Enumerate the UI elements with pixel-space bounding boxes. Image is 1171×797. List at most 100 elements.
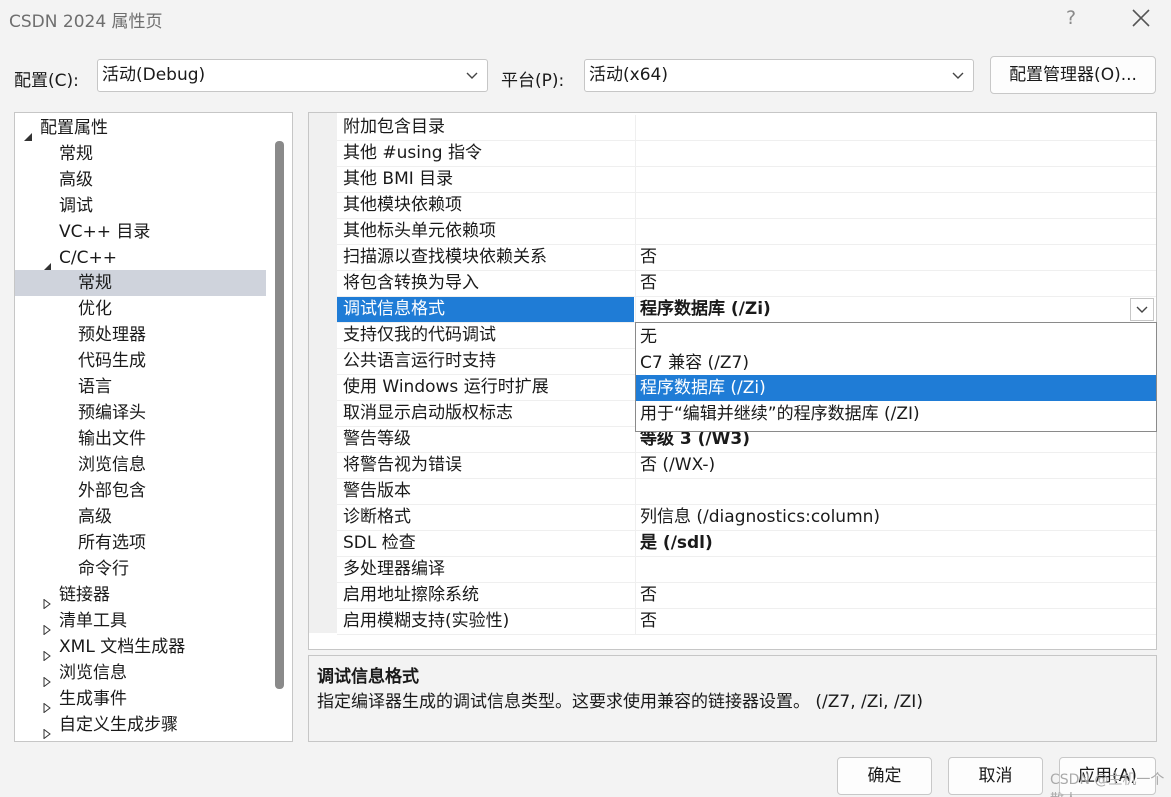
tree-item-precompiled-headers[interactable]: 预编译头	[15, 400, 266, 426]
grid-gutter	[309, 113, 337, 633]
column-divider	[635, 609, 636, 634]
collapsed-triangle-icon	[42, 591, 52, 610]
help-button[interactable]: ?	[1060, 4, 1082, 32]
config-select[interactable]: 活动(Debug)	[97, 59, 488, 92]
property-row-selected[interactable]: 调试信息格式 程序数据库 (/Zi)	[337, 297, 1156, 323]
tree-item-label: 高级	[78, 507, 112, 527]
tree-item-advanced[interactable]: 高级	[15, 167, 266, 193]
property-name: 扫描源以查找模块依赖关系	[343, 247, 547, 267]
chevron-down-icon	[1136, 306, 1148, 313]
tree-item-optimization[interactable]: 优化	[15, 296, 266, 322]
tree-scrollbar-thumb[interactable]	[275, 141, 284, 689]
tree-item-all-options[interactable]: 所有选项	[15, 530, 266, 556]
column-divider	[635, 193, 636, 218]
tree-item-label: 浏览信息	[59, 663, 127, 683]
tree-item-label: 自定义生成步骤	[59, 715, 178, 735]
platform-label: 平台(P):	[501, 71, 565, 91]
property-row[interactable]: 启用地址擦除系统 否	[337, 583, 1156, 609]
property-row[interactable]: SDL 检查 是 (/sdl)	[337, 531, 1156, 557]
dropdown-option[interactable]: C7 兼容 (/Z7)	[636, 350, 1156, 376]
property-row[interactable]: 其他标头单元依赖项	[337, 219, 1156, 245]
ok-button[interactable]: 确定	[837, 757, 932, 795]
tree-item-c-cpp[interactable]: C/C++	[15, 245, 266, 271]
property-row[interactable]: 其他 #using 指令	[337, 141, 1156, 167]
property-row[interactable]: 警告版本	[337, 479, 1156, 505]
debug-format-dropdown-list: 无 C7 兼容 (/Z7) 程序数据库 (/Zi) 用于“编辑并继续”的程序数据…	[635, 322, 1157, 432]
tree-item-config-properties[interactable]: 配置属性	[15, 115, 266, 141]
tree-item-output-files[interactable]: 输出文件	[15, 426, 266, 452]
value-dropdown-button[interactable]	[1130, 298, 1154, 321]
tree-item-label: 预处理器	[78, 325, 146, 345]
property-row[interactable]: 将警告视为错误 否 (/WX-)	[337, 453, 1156, 479]
collapsed-triangle-icon	[42, 721, 52, 740]
column-divider	[635, 453, 636, 478]
property-name: 使用 Windows 运行时扩展	[343, 377, 549, 397]
property-name: 调试信息格式	[343, 299, 445, 319]
property-name: 诊断格式	[343, 507, 411, 527]
tree-item-label: 高级	[59, 170, 93, 190]
tree-item-label: 配置属性	[40, 118, 108, 138]
tree-item-vc-directories[interactable]: VC++ 目录	[15, 219, 266, 245]
tree-item-browse-info-2[interactable]: 浏览信息	[15, 660, 266, 688]
tree-item-general[interactable]: 常规	[15, 141, 266, 167]
property-value: 否	[640, 247, 657, 267]
config-manager-button[interactable]: 配置管理器(O)...	[990, 56, 1156, 94]
property-name: 多处理器编译	[343, 559, 445, 579]
tree-item-debugging[interactable]: 调试	[15, 193, 266, 219]
property-name: 其他 #using 指令	[343, 143, 482, 163]
column-divider	[635, 297, 636, 322]
property-value: 否	[640, 611, 657, 631]
property-row[interactable]: 其他 BMI 目录	[337, 167, 1156, 193]
property-name: 警告版本	[343, 481, 411, 501]
cancel-button[interactable]: 取消	[948, 757, 1043, 795]
tree-item-command-line[interactable]: 命令行	[15, 556, 266, 582]
tree-item-build-events[interactable]: 生成事件	[15, 686, 266, 714]
tree-item-label: 命令行	[78, 559, 129, 579]
tree-item-xml-doc-generator[interactable]: XML 文档生成器	[15, 634, 266, 662]
platform-select[interactable]: 活动(x64)	[584, 59, 974, 92]
tree-item-label: 优化	[78, 299, 112, 319]
property-row[interactable]: 其他模块依赖项	[337, 193, 1156, 219]
tree-item-custom-build-step[interactable]: 自定义生成步骤	[15, 712, 266, 740]
property-name: 将警告视为错误	[343, 455, 462, 475]
chevron-down-icon	[465, 60, 479, 91]
property-value: 否	[640, 273, 657, 293]
description-panel: 调试信息格式 指定编译器生成的调试信息类型。这要求使用兼容的链接器设置。 (/Z…	[308, 655, 1157, 742]
tree-item-label: 语言	[78, 377, 112, 397]
tree-item-code-generation[interactable]: 代码生成	[15, 348, 266, 374]
tree-item-external-includes[interactable]: 外部包含	[15, 478, 266, 504]
tree-item-label: 常规	[59, 144, 93, 164]
property-name: 其他标头单元依赖项	[343, 221, 496, 241]
dropdown-option-selected[interactable]: 程序数据库 (/Zi)	[636, 375, 1156, 401]
tree-item-language[interactable]: 语言	[15, 374, 266, 400]
expanded-triangle-icon	[42, 254, 52, 271]
config-label: 配置(C):	[14, 71, 79, 91]
property-row[interactable]: 扫描源以查找模块依赖关系 否	[337, 245, 1156, 271]
property-row[interactable]: 附加包含目录	[337, 115, 1156, 141]
property-name: 支持仅我的代码调试	[343, 325, 496, 345]
collapsed-triangle-icon	[42, 617, 52, 636]
tree-item-c-cpp-general[interactable]: 常规	[15, 270, 266, 296]
tree-item-linker[interactable]: 链接器	[15, 582, 266, 610]
tree-item-manifest-tool[interactable]: 清单工具	[15, 608, 266, 636]
column-divider	[635, 219, 636, 244]
tree-item-label: 预编译头	[78, 403, 146, 423]
column-divider	[635, 505, 636, 530]
dropdown-option[interactable]: 用于“编辑并继续”的程序数据库 (/ZI)	[636, 401, 1156, 427]
tree-item-label: VC++ 目录	[59, 222, 151, 242]
tree-item-browse-info[interactable]: 浏览信息	[15, 452, 266, 478]
property-row[interactable]: 启用模糊支持(实验性) 否	[337, 609, 1156, 635]
property-row[interactable]: 多处理器编译	[337, 557, 1156, 583]
platform-select-value: 活动(x64)	[589, 65, 668, 85]
property-row[interactable]: 诊断格式 列信息 (/diagnostics:column)	[337, 505, 1156, 531]
tree-item-label: 输出文件	[78, 429, 146, 449]
tree-item-c-cpp-advanced[interactable]: 高级	[15, 504, 266, 530]
close-button[interactable]	[1126, 4, 1156, 32]
collapsed-triangle-icon	[42, 669, 52, 688]
property-row[interactable]: 将包含转换为导入 否	[337, 271, 1156, 297]
tree-item-preprocessor[interactable]: 预处理器	[15, 322, 266, 348]
property-value: 列信息 (/diagnostics:column)	[640, 507, 881, 527]
property-value[interactable]: 程序数据库 (/Zi)	[640, 297, 771, 323]
dropdown-option[interactable]: 无	[636, 324, 1156, 350]
column-divider	[635, 557, 636, 582]
